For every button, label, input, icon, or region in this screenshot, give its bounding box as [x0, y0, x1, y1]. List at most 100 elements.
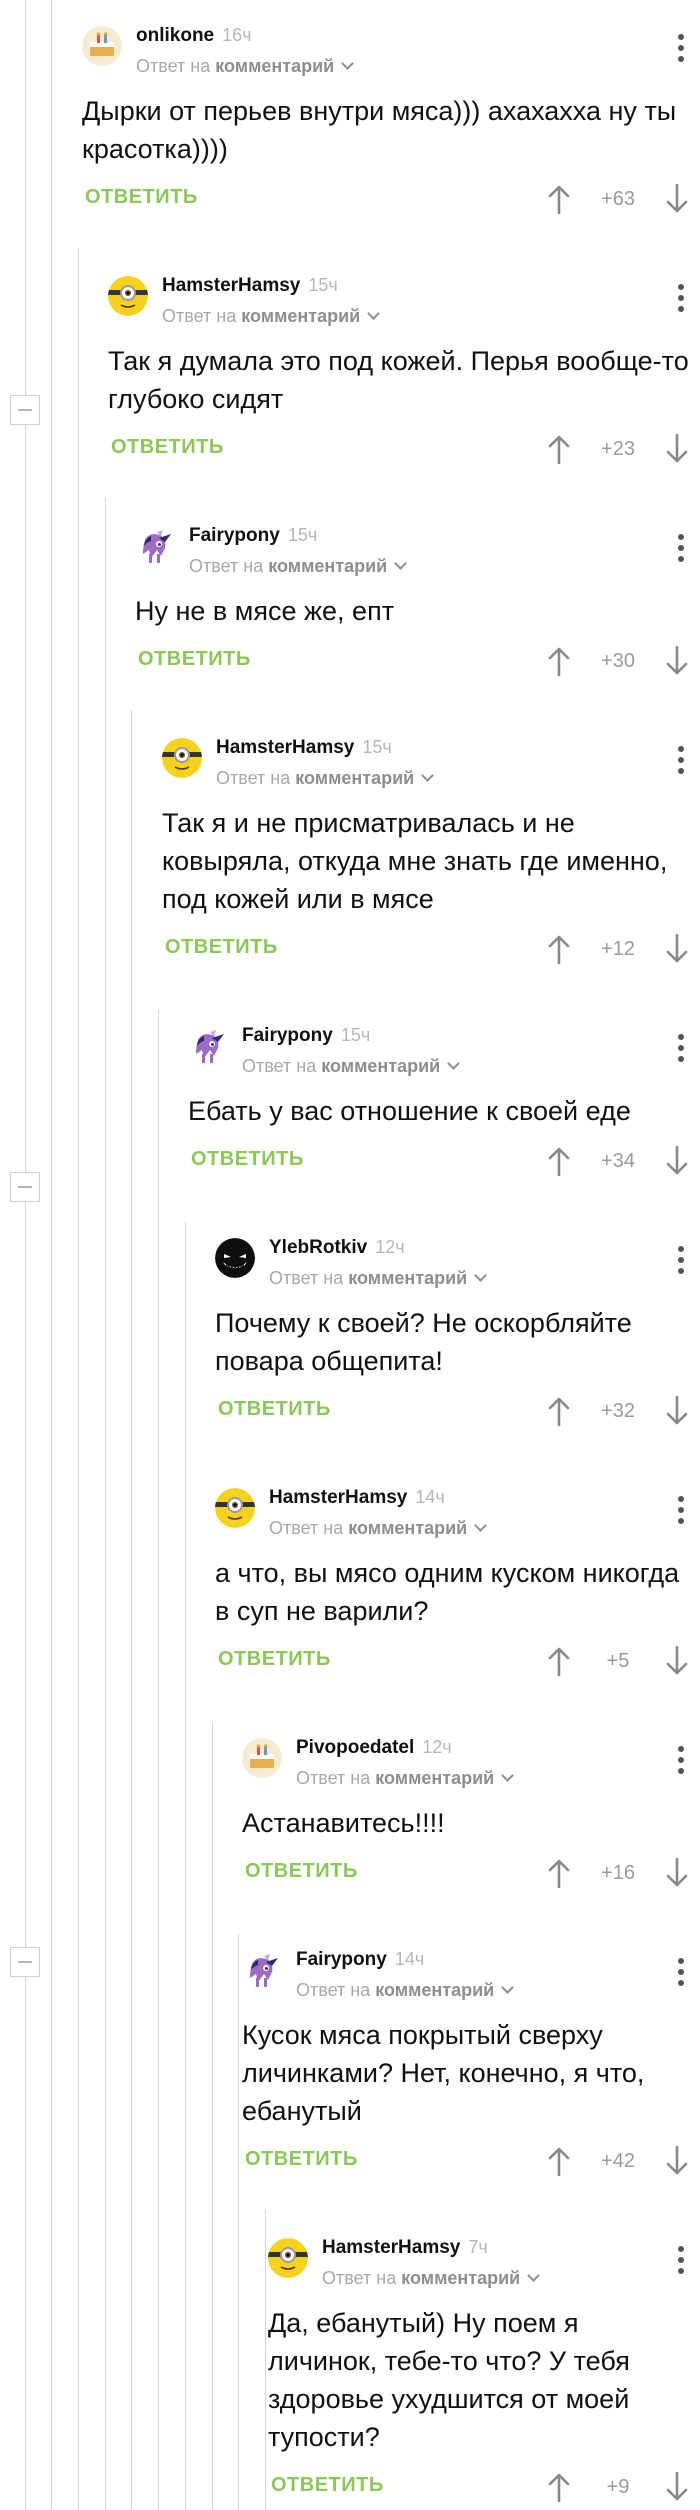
reply-to-link[interactable]: Ответ на комментарий: [269, 1518, 488, 1539]
author-name[interactable]: YlebRotkiv 12ч: [269, 1237, 405, 1259]
reply-to-target[interactable]: комментарий: [215, 56, 334, 76]
upvote-arrow-icon[interactable]: [548, 1858, 570, 1888]
reply-to-target[interactable]: комментарий: [268, 556, 387, 576]
reply-to-link[interactable]: Ответ на комментарий: [296, 1768, 515, 1789]
upvote-arrow-icon[interactable]: [548, 2146, 570, 2176]
minion-avatar-icon[interactable]: [108, 276, 148, 316]
chevron-down-icon[interactable]: [527, 2269, 541, 2282]
pony-avatar-icon[interactable]: [135, 526, 175, 566]
collapse-branch-button[interactable]: [10, 1172, 40, 1202]
author-nick[interactable]: HamsterHamsy: [162, 275, 300, 296]
chevron-down-icon[interactable]: [474, 1269, 488, 1282]
reply-button[interactable]: ОТВЕТИТЬ: [191, 1148, 304, 1171]
author-nick[interactable]: Fairypony: [242, 1025, 333, 1046]
upvote-arrow-icon[interactable]: [548, 1146, 570, 1176]
author-nick[interactable]: Pivopoedatel: [296, 1737, 414, 1758]
more-options-icon[interactable]: [678, 746, 684, 774]
reply-button[interactable]: ОТВЕТИТЬ: [245, 1860, 358, 1883]
reply-button[interactable]: ОТВЕТИТЬ: [138, 648, 251, 671]
chevron-down-icon[interactable]: [447, 1057, 461, 1070]
reply-to-link[interactable]: Ответ на комментарий: [242, 1056, 461, 1077]
downvote-arrow-icon[interactable]: [666, 2146, 688, 2176]
upvote-arrow-icon[interactable]: [548, 2472, 570, 2502]
author-nick[interactable]: HamsterHamsy: [322, 2237, 460, 2258]
author-nick[interactable]: Fairypony: [189, 525, 280, 546]
more-options-icon[interactable]: [678, 1746, 684, 1774]
reply-to-target[interactable]: комментарий: [321, 1056, 440, 1076]
author-nick[interactable]: onlikone: [136, 25, 214, 46]
more-options-icon[interactable]: [678, 2246, 684, 2274]
reply-button[interactable]: ОТВЕТИТЬ: [271, 2474, 384, 2497]
downvote-arrow-icon[interactable]: [666, 934, 688, 964]
more-options-icon[interactable]: [678, 1034, 684, 1062]
chevron-down-icon[interactable]: [341, 57, 355, 70]
author-name[interactable]: HamsterHamsy 7ч: [322, 2237, 488, 2259]
downvote-arrow-icon[interactable]: [666, 1646, 688, 1676]
cake-avatar-icon[interactable]: [82, 26, 122, 66]
reply-button[interactable]: ОТВЕТИТЬ: [245, 2148, 358, 2171]
chevron-down-icon[interactable]: [474, 1519, 488, 1532]
author-name[interactable]: Pivopoedatel 12ч: [296, 1737, 452, 1759]
pony-avatar-icon[interactable]: [242, 1950, 282, 1990]
author-name[interactable]: HamsterHamsy 15ч: [162, 275, 338, 297]
downvote-arrow-icon[interactable]: [666, 1858, 688, 1888]
more-options-icon[interactable]: [678, 34, 684, 62]
reply-button[interactable]: ОТВЕТИТЬ: [85, 186, 198, 209]
downvote-arrow-icon[interactable]: [666, 434, 688, 464]
collapse-branch-button[interactable]: [10, 395, 40, 425]
downvote-arrow-icon[interactable]: [666, 646, 688, 676]
upvote-arrow-icon[interactable]: [548, 184, 570, 214]
author-nick[interactable]: YlebRotkiv: [269, 1237, 367, 1258]
cake-avatar-icon[interactable]: [242, 1738, 282, 1778]
more-options-icon[interactable]: [678, 1246, 684, 1274]
more-options-icon[interactable]: [678, 1496, 684, 1524]
reply-to-target[interactable]: комментарий: [295, 768, 414, 788]
upvote-arrow-icon[interactable]: [548, 1646, 570, 1676]
reply-button[interactable]: ОТВЕТИТЬ: [165, 936, 278, 959]
chevron-down-icon[interactable]: [367, 307, 381, 320]
author-name[interactable]: Fairypony 14ч: [296, 1949, 424, 1971]
reply-to-target[interactable]: комментарий: [401, 2268, 520, 2288]
reply-to-link[interactable]: Ответ на комментарий: [216, 768, 435, 789]
reply-to-target[interactable]: комментарий: [241, 306, 360, 326]
author-name[interactable]: onlikone 16ч: [136, 25, 252, 47]
reply-to-link[interactable]: Ответ на комментарий: [136, 56, 355, 77]
upvote-arrow-icon[interactable]: [548, 1396, 570, 1426]
author-nick[interactable]: HamsterHamsy: [269, 1487, 407, 1508]
more-options-icon[interactable]: [678, 1958, 684, 1986]
more-options-icon[interactable]: [678, 534, 684, 562]
grin-avatar-icon[interactable]: [215, 1238, 255, 1278]
reply-to-link[interactable]: Ответ на комментарий: [162, 306, 381, 327]
author-name[interactable]: Fairypony 15ч: [189, 525, 317, 547]
reply-to-target[interactable]: комментарий: [348, 1518, 467, 1538]
downvote-arrow-icon[interactable]: [666, 1146, 688, 1176]
chevron-down-icon[interactable]: [501, 1981, 515, 1994]
upvote-arrow-icon[interactable]: [548, 434, 570, 464]
downvote-arrow-icon[interactable]: [666, 2472, 688, 2502]
reply-to-target[interactable]: комментарий: [375, 1768, 494, 1788]
author-nick[interactable]: HamsterHamsy: [216, 737, 354, 758]
minion-avatar-icon[interactable]: [162, 738, 202, 778]
reply-to-target[interactable]: комментарий: [375, 1980, 494, 2000]
author-nick[interactable]: Fairypony: [296, 1949, 387, 1970]
upvote-arrow-icon[interactable]: [548, 934, 570, 964]
downvote-arrow-icon[interactable]: [666, 1396, 688, 1426]
minion-avatar-icon[interactable]: [215, 1488, 255, 1528]
reply-button[interactable]: ОТВЕТИТЬ: [218, 1648, 331, 1671]
collapse-branch-button[interactable]: [10, 1947, 40, 1977]
chevron-down-icon[interactable]: [394, 557, 408, 570]
reply-to-link[interactable]: Ответ на комментарий: [296, 1980, 515, 2001]
reply-button[interactable]: ОТВЕТИТЬ: [111, 436, 224, 459]
chevron-down-icon[interactable]: [501, 1769, 515, 1782]
chevron-down-icon[interactable]: [421, 769, 435, 782]
pony-avatar-icon[interactable]: [188, 1026, 228, 1066]
author-name[interactable]: HamsterHamsy 15ч: [216, 737, 392, 759]
upvote-arrow-icon[interactable]: [548, 646, 570, 676]
reply-to-link[interactable]: Ответ на комментарий: [189, 556, 408, 577]
reply-to-target[interactable]: комментарий: [348, 1268, 467, 1288]
author-name[interactable]: HamsterHamsy 14ч: [269, 1487, 445, 1509]
reply-button[interactable]: ОТВЕТИТЬ: [218, 1398, 331, 1421]
downvote-arrow-icon[interactable]: [666, 184, 688, 214]
more-options-icon[interactable]: [678, 284, 684, 312]
minion-avatar-icon[interactable]: [268, 2238, 308, 2278]
